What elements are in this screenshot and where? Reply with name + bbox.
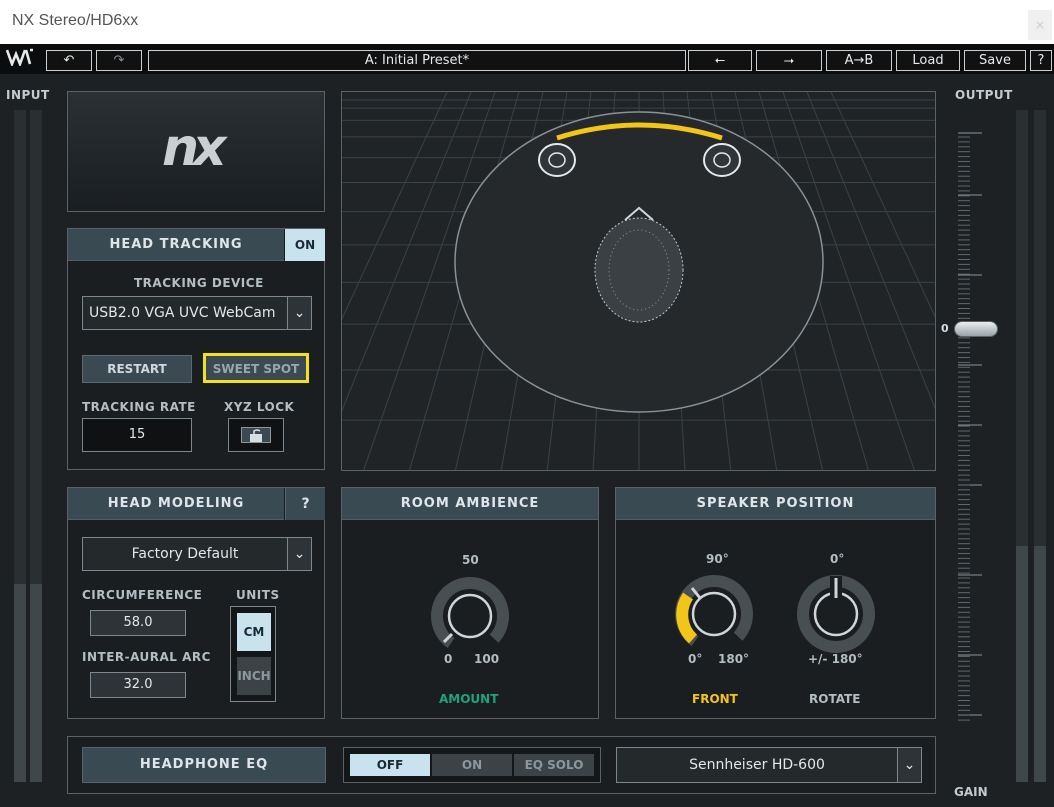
output-meter-right [1034, 110, 1046, 782]
unit-inch-button[interactable]: INCH [237, 657, 271, 695]
tracking-rate-label: TRACKING RATE [82, 400, 196, 414]
chevron-down-icon: ⌄ [287, 538, 311, 570]
head-tracking-title: HEAD TRACKING [68, 229, 284, 261]
output-meter-left-level [1016, 546, 1028, 782]
prev-preset-button[interactable]: ⭠ [688, 50, 752, 71]
head-model-value: Factory Default [131, 546, 239, 562]
waves-logo-icon [5, 48, 36, 70]
head-modeling-help-button[interactable]: ? [285, 488, 325, 520]
front-top-label: 90° [706, 552, 729, 566]
xyz-lock-label: XYZ LOCK [224, 400, 295, 414]
nx-logo-panel: nx [67, 91, 325, 212]
window-titlebar: NX Stereo/HD6xx × [0, 0, 1054, 44]
unlock-icon [241, 427, 271, 443]
circumference-label: CIRCUMFERENCE [82, 588, 203, 602]
headphone-eq-title: HEADPHONE EQ [82, 747, 326, 783]
gain-scale [958, 132, 982, 721]
eq-mode-segmented: OFF ON EQ SOLO [343, 747, 601, 783]
gain-fader-handle[interactable] [954, 321, 998, 337]
circumference-field[interactable]: 58.0 [90, 610, 186, 636]
ambience-mid-label: 50 [462, 553, 479, 567]
preset-name-display[interactable]: A: Initial Preset* [148, 50, 686, 71]
inter-aural-field[interactable]: 32.0 [90, 672, 186, 698]
gain-label: GAIN [954, 785, 988, 799]
arrow-left-icon: ⭠ [714, 53, 726, 68]
head-tracking-toggle[interactable]: ON [285, 229, 325, 261]
save-button[interactable]: Save [964, 50, 1026, 71]
arrow-right-icon: ⭢ [783, 53, 795, 68]
tracking-device-dropdown[interactable]: USB2.0 VGA UVC WebCam ⌄ [82, 296, 312, 330]
inter-aural-label: INTER-AURAL ARC [82, 650, 211, 664]
head-modeling-panel: HEAD MODELING ? Factory Default ⌄ CIRCUM… [67, 487, 325, 719]
head-model-dropdown[interactable]: Factory Default ⌄ [82, 537, 312, 571]
tracking-rate-field[interactable]: 15 [82, 418, 192, 452]
left-speaker-icon[interactable] [538, 143, 576, 177]
input-meter-label: INPUT [6, 88, 50, 102]
units-toggle: CM INCH [230, 606, 276, 702]
head-tracking-panel: HEAD TRACKING ON TRACKING DEVICE USB2.0 … [67, 228, 325, 470]
ambience-max-label: 100 [474, 652, 500, 666]
spatial-visualizer[interactable] [341, 91, 936, 471]
headphone-model-dropdown[interactable]: Sennheiser HD-600 ⌄ [616, 747, 922, 783]
speaker-position-panel: SPEAKER POSITION 90° 0° 180° FRONT 0° +/… [615, 487, 936, 719]
eq-off-button[interactable]: OFF [350, 754, 430, 776]
eq-on-button[interactable]: ON [432, 754, 512, 776]
front-max-label: 180° [718, 652, 750, 666]
ambience-min-label: 0 [444, 652, 453, 666]
eq-solo-button[interactable]: EQ SOLO [514, 754, 594, 776]
sweet-spot-button[interactable]: SWEET SPOT [203, 353, 309, 383]
input-meter-left-level [14, 584, 26, 782]
tracking-device-value: USB2.0 VGA UVC WebCam [89, 305, 276, 321]
output-meter-left [1016, 110, 1028, 782]
front-angle-knob[interactable] [674, 574, 754, 654]
nx-logo: nx [162, 118, 227, 178]
chevron-down-icon: ⌄ [897, 748, 921, 782]
headphone-eq-bar: HEADPHONE EQ OFF ON EQ SOLO Sennheiser H… [67, 736, 936, 794]
close-icon[interactable]: × [1028, 10, 1052, 40]
rotate-top-label: 0° [830, 552, 845, 566]
input-meter-right [30, 110, 42, 782]
units-label: UNITS [236, 588, 280, 602]
tracking-device-label: TRACKING DEVICE [134, 276, 264, 290]
ab-compare-button[interactable]: A→B [826, 50, 892, 71]
ambience-amount-label: AMOUNT [439, 692, 499, 706]
restart-button[interactable]: RESTART [82, 355, 192, 383]
gain-zero-label: 0 [941, 322, 949, 335]
xyz-lock-toggle[interactable] [228, 418, 284, 452]
rotate-label: ROTATE [809, 692, 861, 706]
input-meter-left [14, 110, 26, 782]
redo-button[interactable]: ↷ [96, 50, 142, 71]
undo-icon: ↶ [63, 53, 75, 68]
room-grid [342, 92, 935, 470]
rotate-range-label: +/- 180° [808, 652, 863, 666]
chevron-down-icon: ⌄ [287, 297, 311, 329]
front-label: FRONT [692, 692, 738, 706]
room-ambience-title: ROOM AMBIENCE [342, 488, 598, 520]
unit-cm-button[interactable]: CM [237, 613, 271, 651]
window-title: NX Stereo/HD6xx [12, 12, 139, 29]
load-button[interactable]: Load [896, 50, 960, 71]
ambience-amount-knob[interactable] [430, 576, 510, 656]
head-modeling-title: HEAD MODELING [68, 488, 284, 520]
help-button[interactable]: ? [1030, 50, 1052, 71]
input-meter-right-level [30, 584, 42, 782]
room-ambience-panel: ROOM AMBIENCE 50 0 100 AMOUNT [341, 487, 599, 719]
output-meter-label: OUTPUT [955, 88, 1013, 102]
right-speaker-icon[interactable] [703, 143, 741, 177]
headphone-model-value: Sennheiser HD-600 [689, 757, 825, 773]
front-min-label: 0° [688, 652, 703, 666]
next-preset-button[interactable]: ⭢ [756, 50, 822, 71]
redo-icon: ↷ [113, 53, 125, 68]
rotate-knob[interactable] [796, 574, 876, 654]
speaker-position-title: SPEAKER POSITION [616, 488, 935, 520]
output-meter-right-level [1034, 546, 1046, 782]
undo-button[interactable]: ↶ [46, 50, 92, 71]
